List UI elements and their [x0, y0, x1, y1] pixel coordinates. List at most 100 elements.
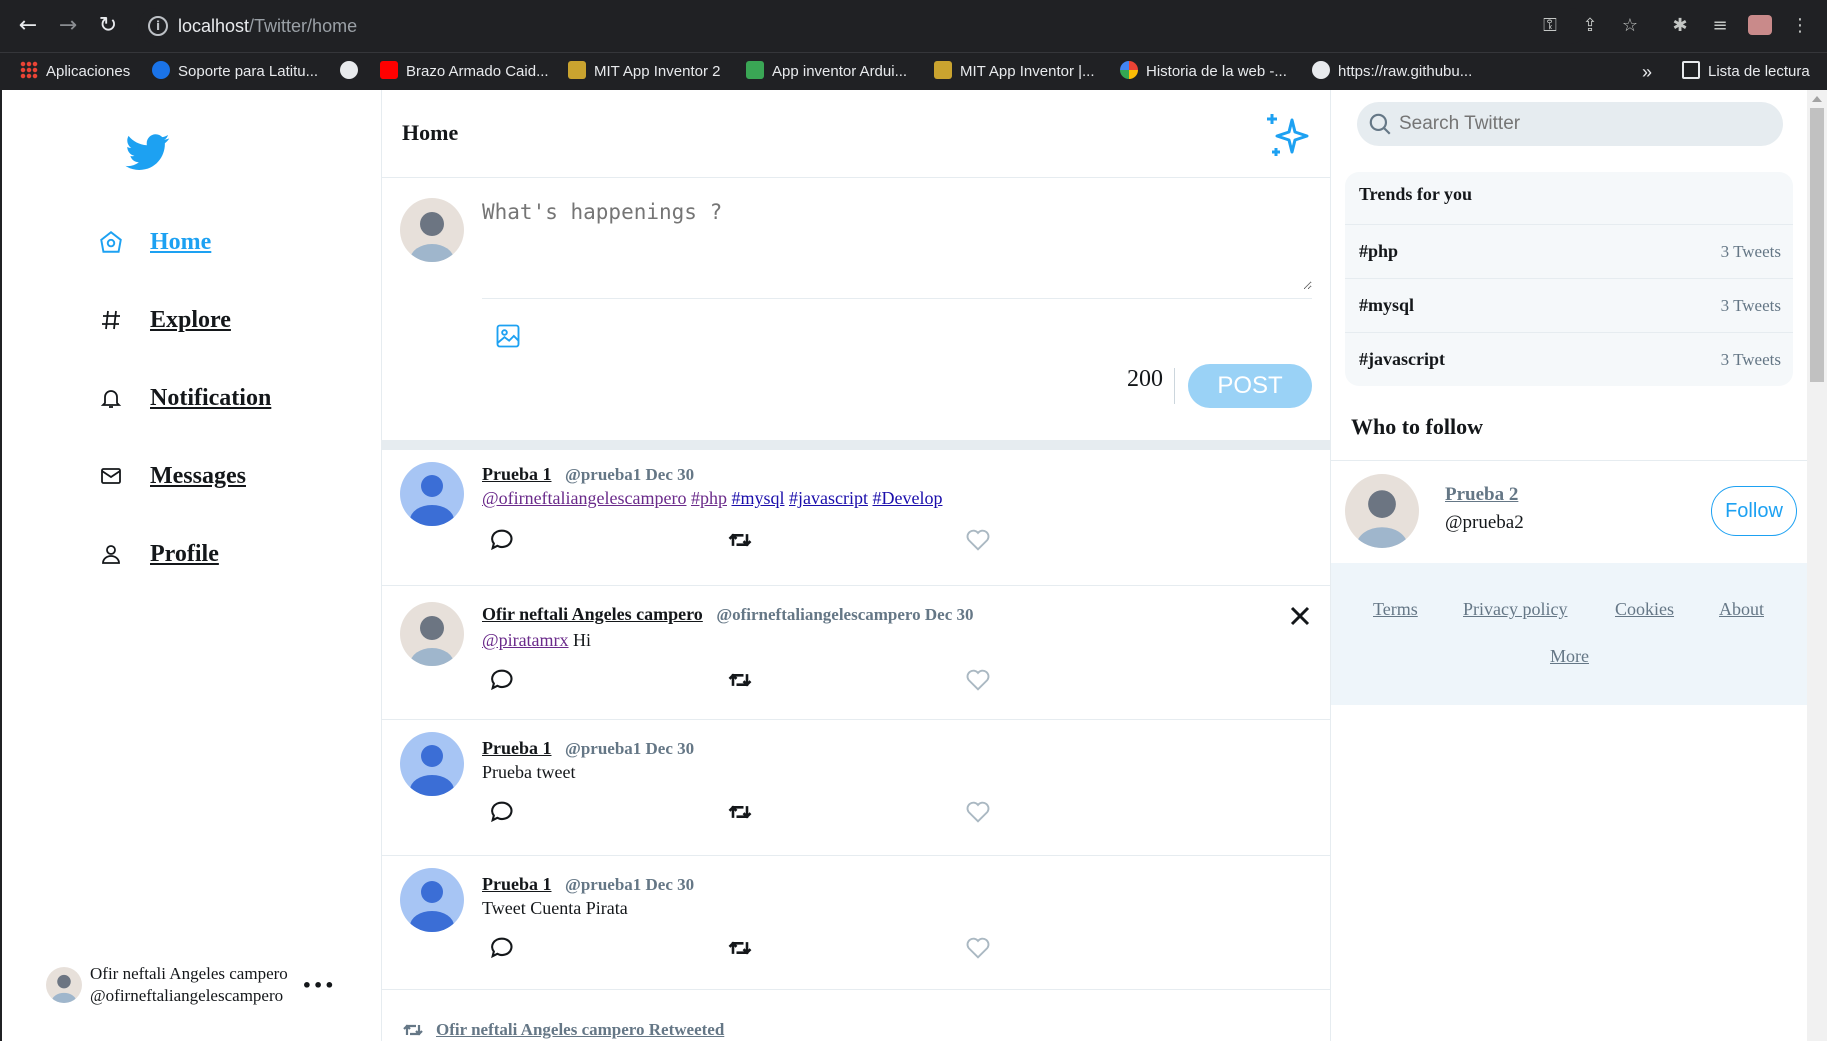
twitter-page: Home Explore Notification Messages Profi… [0, 90, 1827, 1041]
search-box[interactable] [1357, 102, 1783, 146]
footer-link-more[interactable]: More [1550, 646, 1589, 667]
hash-icon [96, 305, 126, 335]
tweet-item[interactable]: Prueba 1 @prueba1 Dec 30 Tweet Cuenta Pi… [382, 856, 1330, 990]
retweet-icon[interactable] [726, 798, 754, 826]
retweet-icon[interactable] [726, 526, 754, 554]
star-icon[interactable]: ☆ [1616, 12, 1644, 40]
like-icon[interactable] [964, 934, 992, 962]
bell-icon [96, 383, 126, 413]
trend-item[interactable]: #php 3 Tweets [1345, 224, 1793, 278]
nav-explore[interactable]: Explore [96, 300, 231, 340]
bookmark-item[interactable]: https://raw.githubu... [1312, 61, 1472, 83]
retweet-icon[interactable] [726, 666, 754, 694]
back-icon[interactable]: ← [14, 12, 42, 40]
forward-icon[interactable]: → [54, 12, 82, 40]
tweet-input[interactable] [482, 200, 1312, 290]
page-scrollbar[interactable] [1807, 90, 1827, 1041]
bookmarks-overflow-button[interactable]: » [1642, 61, 1652, 83]
reading-list-button[interactable]: Lista de lectura [1682, 61, 1810, 83]
nav-home[interactable]: Home [96, 222, 211, 262]
account-switcher[interactable]: Ofir neftali Angeles campero @ofirneftal… [46, 962, 335, 1008]
avatar[interactable] [400, 462, 464, 526]
trend-item[interactable]: #javascript 3 Tweets [1345, 332, 1793, 386]
trend-item[interactable]: #mysql 3 Tweets [1345, 278, 1793, 332]
divider [1331, 460, 1807, 461]
avatar[interactable] [400, 732, 464, 796]
more-options-icon[interactable]: ••• [302, 976, 336, 995]
dell-icon [152, 61, 170, 79]
bookmark-apps[interactable]: Aplicaciones [20, 61, 130, 83]
reply-icon[interactable] [488, 526, 516, 554]
reload-icon[interactable]: ↻ [94, 12, 122, 40]
reply-icon[interactable] [488, 798, 516, 826]
like-icon[interactable] [964, 526, 992, 554]
section-divider [382, 440, 1330, 450]
bookmark-item[interactable]: MIT App Inventor 2 [568, 61, 720, 83]
follow-button[interactable]: Follow [1711, 486, 1797, 536]
bookmark-item[interactable] [340, 61, 366, 83]
mention-link[interactable]: @piratamrx [482, 630, 569, 650]
right-sidebar: Trends for you #php 3 Tweets #mysql 3 Tw… [1331, 90, 1807, 1041]
kebab-menu-icon[interactable]: ⋮ [1786, 12, 1814, 40]
suggestion-name[interactable]: Prueba 2 [1445, 484, 1518, 506]
post-button[interactable]: POST [1188, 364, 1312, 408]
image-upload-icon[interactable] [494, 322, 522, 350]
retweet-icon[interactable] [726, 934, 754, 962]
hashtag-link[interactable]: #php [691, 488, 727, 508]
mention-link[interactable]: @ofirneftaliangelescampero [482, 488, 686, 508]
reply-icon[interactable] [488, 666, 516, 694]
profile-avatar-icon[interactable] [1746, 12, 1774, 40]
tweet-body-text: Tweet Cuenta Pirata [482, 898, 628, 918]
bookmark-item[interactable]: Brazo Armado Caid... [380, 61, 549, 83]
bookmark-item[interactable]: Historia de la web -... [1120, 61, 1287, 83]
twitter-logo-icon[interactable] [124, 130, 172, 174]
timeline-header: Home [382, 90, 1330, 178]
footer-link-about[interactable]: About [1719, 599, 1764, 620]
tweet-author-name[interactable]: Prueba 1 [482, 464, 552, 484]
bookmark-item[interactable]: App inventor Ardui... [746, 61, 907, 83]
reply-icon[interactable] [488, 934, 516, 962]
avatar[interactable] [1345, 474, 1419, 548]
tweet-item[interactable]: Ofir neftali Angeles campero @ofirneftal… [382, 586, 1330, 720]
scrollbar-thumb[interactable] [1810, 108, 1824, 382]
search-icon [1369, 113, 1391, 135]
arduino-icon [746, 61, 764, 79]
counter-divider [1174, 368, 1175, 404]
scroll-up-icon[interactable] [1812, 96, 1822, 102]
sparkle-icon[interactable] [1262, 110, 1314, 162]
search-input[interactable] [1399, 102, 1769, 146]
nav-profile[interactable]: Profile [96, 534, 219, 574]
footer-link-privacy[interactable]: Privacy policy [1463, 599, 1567, 620]
nav-notification[interactable]: Notification [96, 378, 271, 418]
tweet-author-name[interactable]: Ofir neftali Angeles campero [482, 604, 703, 624]
hashtag-link[interactable]: #javascript [789, 488, 868, 508]
bookmark-item[interactable]: Soporte para Latitu... [152, 61, 318, 83]
tweet-meta: @prueba1 Dec 30 [565, 739, 695, 758]
hashtag-link[interactable]: #mysql [731, 488, 784, 508]
url-text[interactable]: localhost/Twitter/home [178, 14, 357, 38]
tweet-meta: @prueba1 Dec 30 [565, 875, 695, 894]
like-icon[interactable] [964, 666, 992, 694]
avatar[interactable] [400, 602, 464, 666]
tweet-meta: @prueba1 Dec 30 [565, 465, 695, 484]
tweet-author-name[interactable]: Prueba 1 [482, 738, 552, 758]
hashtag-link[interactable]: #Develop [872, 488, 942, 508]
bookmark-item[interactable]: MIT App Inventor |... [934, 61, 1095, 83]
tweet-author-name[interactable]: Prueba 1 [482, 874, 552, 894]
extensions-icon[interactable]: ✱ [1666, 12, 1694, 40]
like-icon[interactable] [964, 798, 992, 826]
footer-link-terms[interactable]: Terms [1373, 599, 1418, 620]
share-icon[interactable]: ⇪ [1576, 12, 1604, 40]
footer-link-cookies[interactable]: Cookies [1615, 599, 1674, 620]
trend-count: 3 Tweets [1720, 350, 1781, 369]
site-info-icon[interactable]: i [148, 16, 168, 36]
tweet-item[interactable]: Prueba 1 @prueba1 Dec 30 Prueba tweet [382, 720, 1330, 856]
delete-tweet-icon[interactable] [1288, 604, 1312, 628]
tweet-item[interactable]: Prueba 1 @prueba1 Dec 30 @ofirneftaliang… [382, 450, 1330, 586]
avatar[interactable] [400, 868, 464, 932]
retweeted-banner[interactable]: Ofir neftali Angeles campero Retweeted [400, 1018, 724, 1041]
address-bar[interactable]: i localhost/Twitter/home [138, 8, 1588, 44]
key-icon[interactable]: ⚿ [1536, 12, 1564, 40]
nav-messages[interactable]: Messages [96, 456, 246, 496]
media-icon[interactable]: ≡ [1706, 12, 1734, 40]
